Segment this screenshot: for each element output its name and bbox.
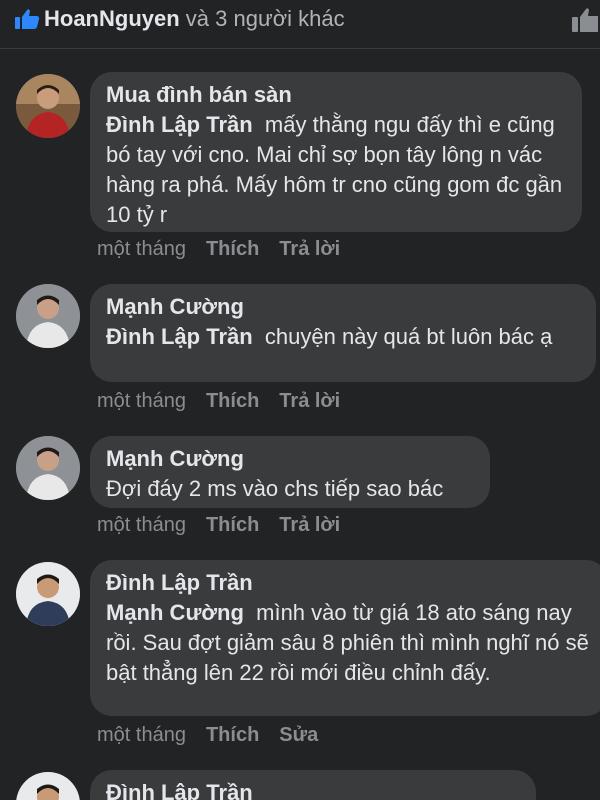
like-button[interactable]: Thích [206,722,259,748]
like-button[interactable]: Thích [206,236,259,262]
reactor-others: và 3 người khác [179,6,345,31]
avatar-photo [16,436,80,500]
like-button[interactable]: Thích [206,388,259,414]
comment-time[interactable]: một tháng [97,388,186,414]
reactions-bar[interactable]: HoanNguyen và 3 người khác [0,0,600,49]
comment-author[interactable]: Mua đình bán sàn [106,80,564,110]
comment-body: Đợi đáy 2 ms vào chs tiếp sao bác [106,476,444,501]
comment-time[interactable]: một tháng [97,722,186,748]
comment-bubble: Mạnh Cường Đợi đáy 2 ms vào chs tiếp sao… [90,436,490,508]
reply-button[interactable]: Trả lời [279,512,340,538]
avatar-photo [16,74,80,138]
comment-text: Đình Lập Trần mấy thằng ngu đấy thì e cũ… [106,110,564,230]
like-icon [15,9,40,29]
mention-link[interactable]: Đình Lập Trần [106,112,253,137]
comment-actions: một tháng Thích Sửa [97,722,338,748]
avatar[interactable] [16,772,80,800]
edit-button[interactable]: Sửa [279,722,318,748]
comment-author[interactable]: Đình Lập Trần [106,568,590,598]
comment-bubble: Đình Lập Trần Mạnh Cường mình vào từ giá… [90,560,600,716]
mention-link[interactable]: Mạnh Cường [106,600,244,625]
comment-bubble: Mua đình bán sàn Đình Lập Trần mấy thằng… [90,72,582,232]
comment-author[interactable]: Đình Lập Trần [106,778,518,800]
comment-author[interactable]: Mạnh Cường [106,444,472,474]
comment-author[interactable]: Mạnh Cường [106,292,578,322]
comment-bubble: Mạnh Cường Đình Lập Trần chuyện này quá … [90,284,596,382]
comment-time[interactable]: một tháng [97,512,186,538]
avatar[interactable] [16,284,80,348]
comment-text: Mạnh Cường mình vào từ giá 18 ato sáng n… [106,598,590,688]
avatar-photo [16,562,80,626]
reply-button[interactable]: Trả lời [279,236,340,262]
avatar[interactable] [16,436,80,500]
like-button[interactable]: Thích [206,512,259,538]
comment-text: Đình Lập Trần chuyện này quá bt luôn bác… [106,322,578,352]
mention-link[interactable]: Đình Lập Trần [106,324,253,349]
comment-actions: một tháng Thích Trả lời [97,512,360,538]
comment-actions: một tháng Thích Trả lời [97,236,360,262]
comment-time[interactable]: một tháng [97,236,186,262]
reply-button[interactable]: Trả lời [279,388,340,414]
comments-screen: HoanNguyen và 3 người khác Mua đình bán … [0,0,600,800]
reactions-summary[interactable]: HoanNguyen và 3 người khác [44,4,345,34]
avatar[interactable] [16,74,80,138]
avatar-photo [16,284,80,348]
comment-body: chuyện này quá bt luôn bác ạ [264,324,553,349]
reactor-name: HoanNguyen [44,6,180,31]
comment-text: Đợi đáy 2 ms vào chs tiếp sao bác [106,474,472,504]
comment-bubble: Đình Lập Trần [90,770,536,800]
comment-actions: một tháng Thích Trả lời [97,388,360,414]
avatar-photo [16,772,80,800]
avatar[interactable] [16,562,80,626]
like-outline-icon[interactable] [568,6,600,34]
